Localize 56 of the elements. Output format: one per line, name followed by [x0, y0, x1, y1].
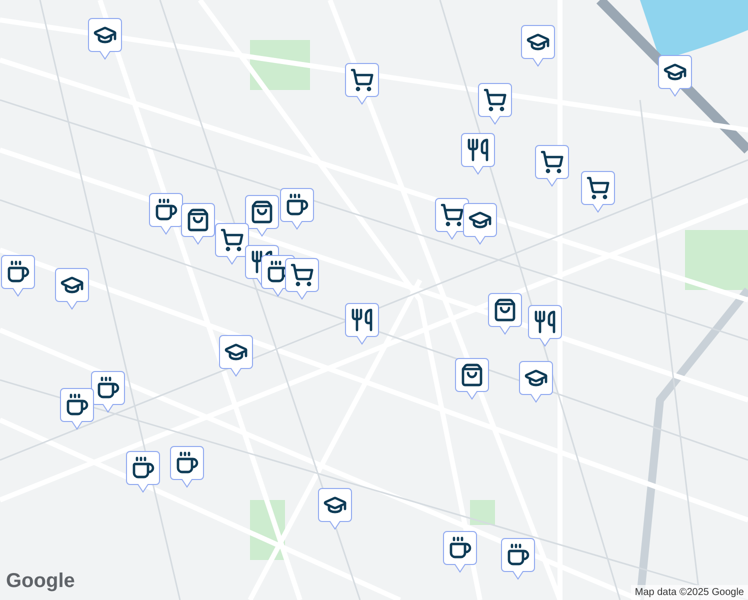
coffee-cup-icon — [154, 198, 178, 222]
coffee-cup-icon — [131, 456, 155, 480]
map-marker[interactable] — [528, 305, 562, 347]
map-marker[interactable] — [443, 531, 477, 573]
map-marker[interactable] — [215, 223, 249, 265]
shopping-cart-icon — [220, 228, 244, 252]
map-marker[interactable] — [463, 203, 497, 245]
map-marker[interactable] — [285, 258, 319, 300]
coffee-cup-icon — [96, 376, 120, 400]
map-marker[interactable] — [345, 303, 379, 345]
fork-knife-icon — [533, 310, 557, 334]
map-marker[interactable] — [581, 171, 615, 213]
map-marker[interactable] — [461, 133, 495, 175]
map-marker[interactable] — [455, 358, 489, 400]
map-marker[interactable] — [488, 293, 522, 335]
shopping-cart-icon — [350, 68, 374, 92]
coffee-cup-icon — [175, 451, 199, 475]
shopping-bag-icon — [250, 200, 274, 224]
shopping-bag-icon — [186, 208, 210, 232]
map-marker[interactable] — [55, 268, 89, 310]
coffee-cup-icon — [506, 543, 530, 567]
shopping-bag-icon — [493, 298, 517, 322]
map-attribution: Map data ©2025 Google — [630, 585, 748, 600]
shopping-cart-icon — [440, 203, 464, 227]
fork-knife-icon — [350, 308, 374, 332]
map-marker[interactable] — [658, 55, 692, 97]
map-marker[interactable] — [521, 25, 555, 67]
map-marker[interactable] — [219, 335, 253, 377]
coffee-cup-icon — [65, 393, 89, 417]
shopping-cart-icon — [483, 88, 507, 112]
map-marker[interactable] — [501, 538, 535, 580]
map-marker[interactable] — [126, 451, 160, 493]
map-marker[interactable] — [535, 145, 569, 187]
map-marker[interactable] — [1, 255, 35, 297]
coffee-cup-icon — [6, 260, 30, 284]
coffee-cup-icon — [448, 536, 472, 560]
shopping-cart-icon — [540, 150, 564, 174]
map-marker[interactable] — [478, 83, 512, 125]
shopping-bag-icon — [460, 363, 484, 387]
fork-knife-icon — [250, 250, 274, 274]
map-marker[interactable] — [280, 188, 314, 230]
fork-knife-icon — [466, 138, 490, 162]
shopping-cart-icon — [290, 263, 314, 287]
map-marker[interactable] — [345, 63, 379, 105]
map-marker[interactable] — [170, 446, 204, 488]
map-marker[interactable] — [91, 371, 125, 413]
map-marker[interactable] — [88, 18, 122, 60]
map-marker[interactable] — [149, 193, 183, 235]
map-logo: Google — [6, 569, 75, 594]
map-marker[interactable] — [245, 195, 279, 237]
coffee-cup-icon — [285, 193, 309, 217]
map-marker[interactable] — [181, 203, 215, 245]
map-marker[interactable] — [519, 361, 553, 403]
map-marker[interactable] — [318, 488, 352, 530]
map-marker[interactable] — [60, 388, 94, 430]
shopping-cart-icon — [586, 176, 610, 200]
